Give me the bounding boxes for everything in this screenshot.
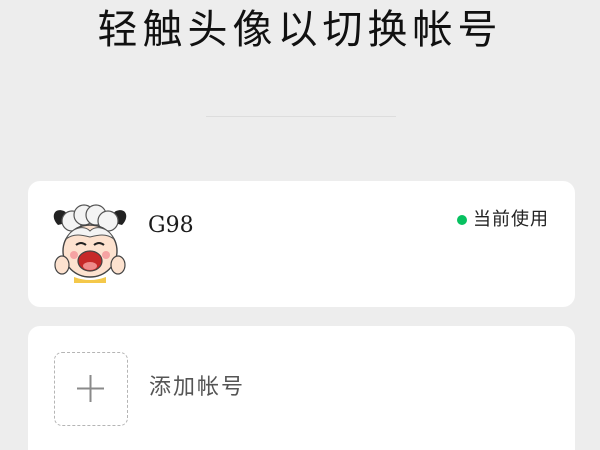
add-account-label[interactable]: 添加帐号 (149, 373, 245, 403)
current-status: 当前使用 (457, 207, 549, 233)
cartoon-sheep-avatar-icon (50, 203, 130, 283)
status-dot-icon (457, 215, 467, 225)
account-switch-page: 轻触头像以切换帐号 G98 当前使用 添加帐号 (0, 0, 600, 450)
account-card[interactable]: G98 当前使用 (28, 181, 575, 307)
avatar[interactable] (50, 203, 130, 283)
add-account-button[interactable] (54, 352, 128, 426)
plus-icon (77, 375, 104, 402)
divider (206, 116, 396, 117)
status-label: 当前使用 (473, 209, 549, 230)
account-name: G98 (148, 213, 194, 238)
page-title: 轻触头像以切换帐号 (97, 7, 503, 53)
add-account-card[interactable]: 添加帐号 (28, 326, 575, 450)
